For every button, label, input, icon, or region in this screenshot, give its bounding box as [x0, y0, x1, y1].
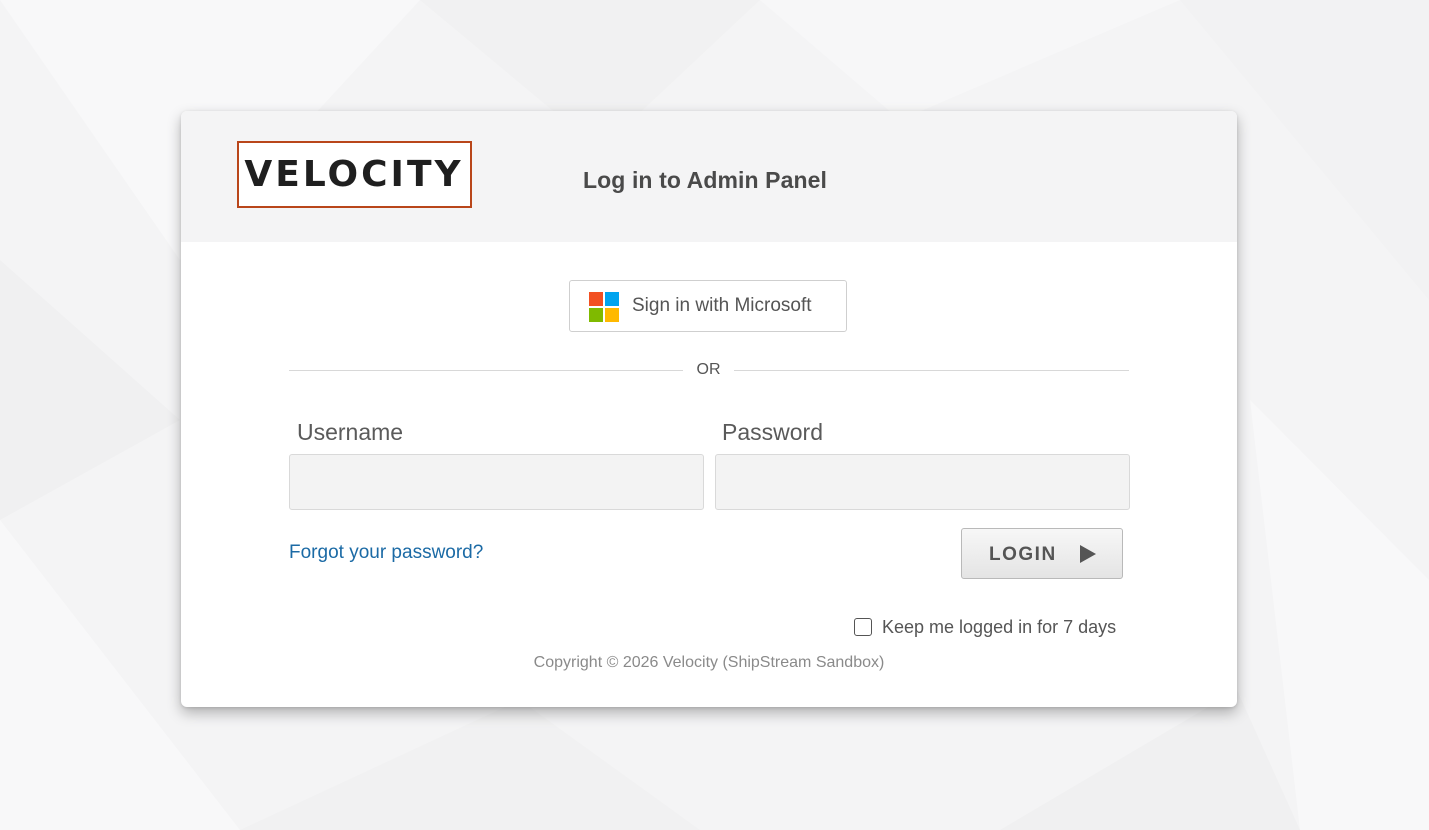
login-card: VELOCITY Log in to Admin Panel Sign in w… [181, 111, 1237, 707]
keep-logged-in-row: Keep me logged in for 7 days [854, 617, 1129, 639]
velocity-logo: VELOCITY [237, 141, 472, 208]
divider-line-left [289, 370, 683, 371]
keep-logged-in-checkbox[interactable] [854, 618, 872, 636]
copyright-text: Copyright © 2026 Velocity (ShipStream Sa… [533, 654, 885, 671]
play-icon [1080, 545, 1096, 563]
svg-text:VELOCITY: VELOCITY [244, 154, 463, 195]
keep-logged-in-label[interactable]: Keep me logged in for 7 days [882, 617, 1116, 638]
login-button-label: LOGIN [989, 544, 1057, 565]
divider-or-text: OR [696, 361, 721, 378]
username-input[interactable] [289, 454, 704, 510]
forgot-password-link[interactable]: Forgot your password? [289, 542, 483, 564]
username-label: Username [297, 419, 404, 445]
sign-in-with-microsoft-button[interactable]: Sign in with Microsoft [569, 280, 847, 332]
card-header: VELOCITY Log in to Admin Panel [181, 111, 1237, 242]
sign-in-with-microsoft-label: Sign in with Microsoft [632, 295, 812, 316]
password-input[interactable] [715, 454, 1130, 510]
login-button[interactable]: LOGIN [961, 528, 1123, 579]
password-label: Password [722, 419, 823, 445]
microsoft-logo-icon [589, 292, 619, 322]
divider-line-right [734, 370, 1129, 371]
page-title: Log in to Admin Panel [583, 167, 828, 193]
